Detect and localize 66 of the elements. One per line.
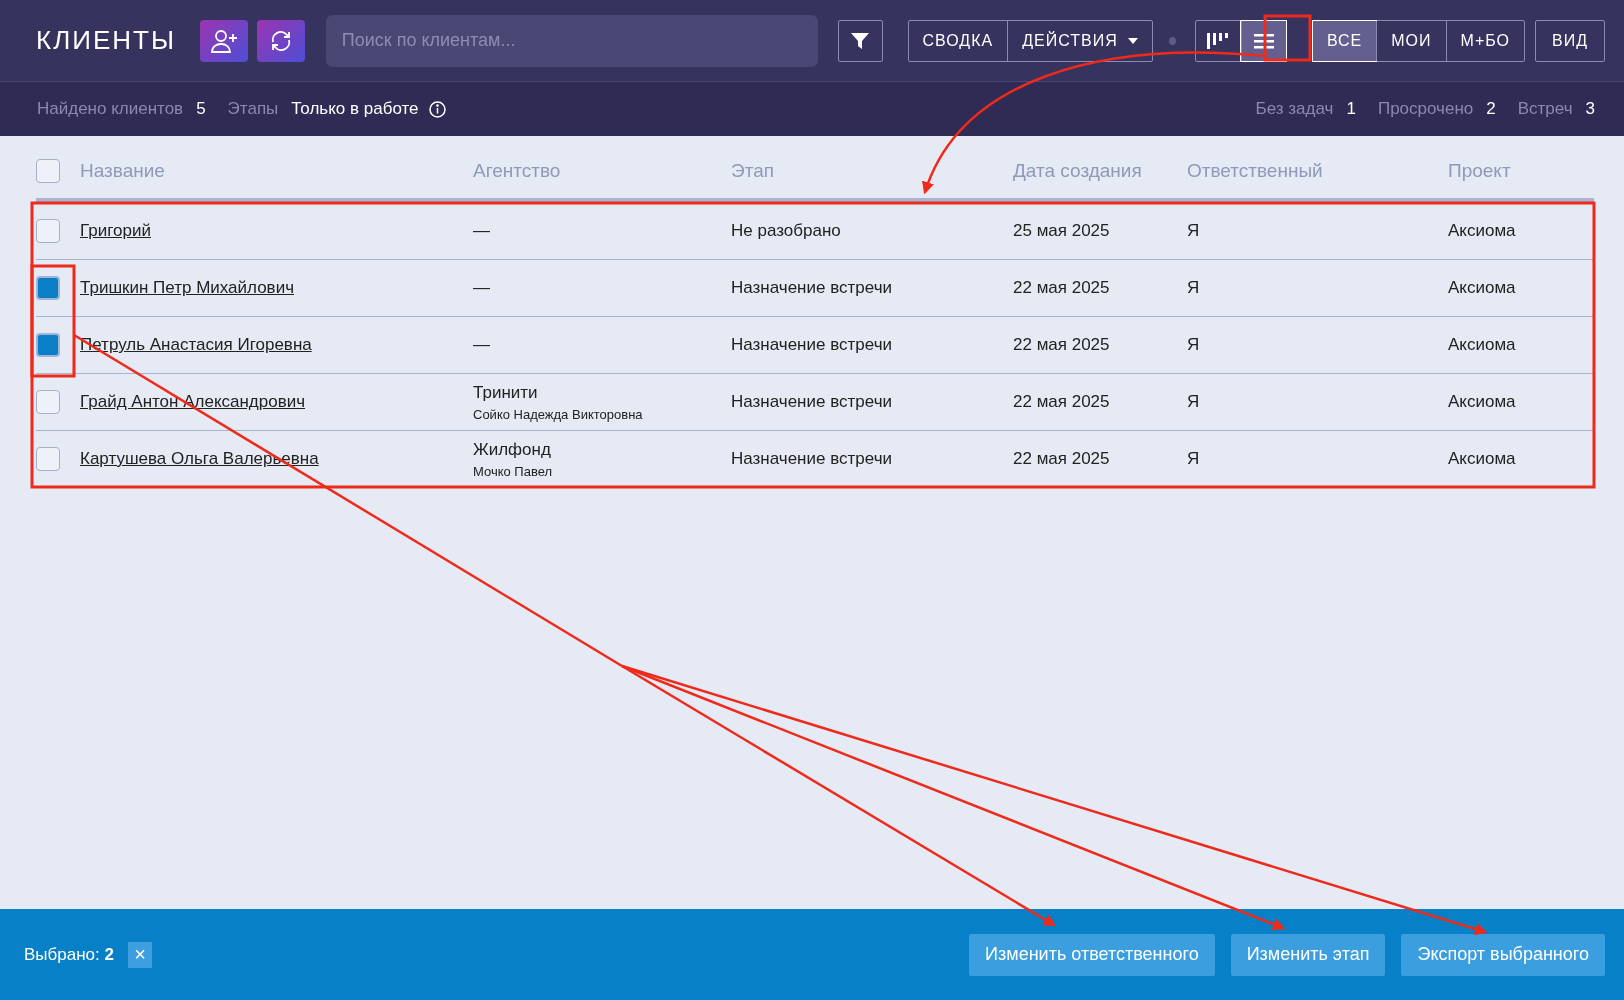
highlight-frame bbox=[1263, 14, 1312, 62]
row-checkbox[interactable] bbox=[36, 219, 60, 243]
date-cell-text: 25 мая 2025 bbox=[1013, 221, 1111, 241]
stage-cell-text: Назначение встречи bbox=[731, 278, 893, 298]
found-label: Найдено клиентов bbox=[37, 99, 184, 119]
info-icon bbox=[428, 100, 446, 118]
owner-cell-text: Я bbox=[1187, 392, 1201, 412]
date-cell-text: 22 мая 2025 bbox=[1013, 392, 1111, 412]
agency-cell-text: — bbox=[473, 335, 491, 355]
row-checkbox[interactable] bbox=[36, 390, 60, 414]
owner-cell-text: Я bbox=[1187, 449, 1201, 469]
stage-cell-text: Не разобрано bbox=[731, 221, 842, 241]
owner-cell-text: Я bbox=[1187, 278, 1201, 298]
scope-tab[interactable]: МОИ bbox=[1376, 20, 1446, 61]
stat-label: Без задач bbox=[1255, 99, 1334, 119]
agency-cell-text: Тринити bbox=[473, 382, 539, 403]
stat-label: Просрочено bbox=[1377, 99, 1474, 119]
stat-label: Встреч bbox=[1517, 99, 1573, 119]
client-name-link[interactable]: Грайд Антон Александрович bbox=[80, 392, 306, 411]
stat-value: 3 bbox=[1585, 99, 1595, 119]
stat-value: 1 bbox=[1346, 99, 1356, 119]
filter-icon bbox=[850, 30, 871, 51]
row-checkbox[interactable] bbox=[36, 276, 60, 300]
scope-tab[interactable]: М+БО bbox=[1445, 20, 1524, 61]
project-cell-text: Аксиома bbox=[1448, 449, 1517, 469]
page-title: КЛИЕНТЫ bbox=[36, 25, 176, 56]
found-count: 5 bbox=[196, 99, 206, 119]
stat-value: 2 bbox=[1486, 99, 1496, 119]
agent-name: Мочко Павел bbox=[473, 463, 554, 479]
project-cell-text: Аксиома bbox=[1448, 392, 1517, 412]
list-icon bbox=[1253, 32, 1274, 49]
project-cell-text: Аксиома bbox=[1448, 278, 1517, 298]
agency-cell-text: Жилфонд bbox=[473, 439, 552, 460]
stage-cell-text: Назначение встречи bbox=[731, 392, 893, 412]
separator-dot bbox=[1168, 36, 1176, 45]
selected-count: Выбрано: 2 bbox=[24, 944, 114, 965]
view-button[interactable]: ВИД bbox=[1535, 19, 1605, 62]
row-checkbox[interactable] bbox=[36, 447, 60, 471]
stages-label: Этапы bbox=[227, 99, 279, 119]
actions-dropdown[interactable]: ДЕЙСТВИЯ bbox=[1007, 20, 1152, 61]
select-all-checkbox[interactable] bbox=[36, 159, 60, 183]
date-cell-text: 22 мая 2025 bbox=[1013, 278, 1111, 298]
bars-icon bbox=[1206, 31, 1231, 50]
summary-button[interactable]: СВОДКА bbox=[908, 20, 1008, 61]
refresh-button[interactable] bbox=[256, 19, 305, 62]
owner-cell-text: Я bbox=[1187, 221, 1201, 241]
stage-cell-text: Назначение встречи bbox=[731, 335, 893, 355]
date-cell-text: 22 мая 2025 bbox=[1013, 335, 1111, 355]
agency-cell-text: — bbox=[473, 221, 491, 241]
filter-button[interactable] bbox=[838, 19, 883, 62]
stage-cell-text: Назначение встречи bbox=[731, 449, 893, 469]
project-cell-text: Аксиома bbox=[1448, 221, 1517, 241]
owner-cell-text: Я bbox=[1187, 335, 1201, 355]
agent-name: Сойко Надежда Викторовна bbox=[473, 406, 644, 422]
search-field[interactable]: Поиск по клиентам... bbox=[325, 14, 819, 67]
client-name-link[interactable]: Григорий bbox=[80, 221, 151, 240]
caret-icon bbox=[1127, 37, 1138, 44]
stages-filter[interactable]: Только в работе bbox=[291, 99, 419, 119]
agency-cell-text: — bbox=[473, 278, 491, 298]
date-cell-text: 22 мая 2025 bbox=[1013, 449, 1111, 469]
scope-tab[interactable]: ВСЕ bbox=[1312, 20, 1377, 61]
client-name-link[interactable]: Тришкин Петр Михайлович bbox=[80, 278, 294, 297]
person-plus-icon bbox=[209, 28, 238, 53]
row-checkbox[interactable] bbox=[36, 333, 60, 357]
add-client-button[interactable] bbox=[199, 19, 248, 62]
project-cell-text: Аксиома bbox=[1448, 335, 1517, 355]
